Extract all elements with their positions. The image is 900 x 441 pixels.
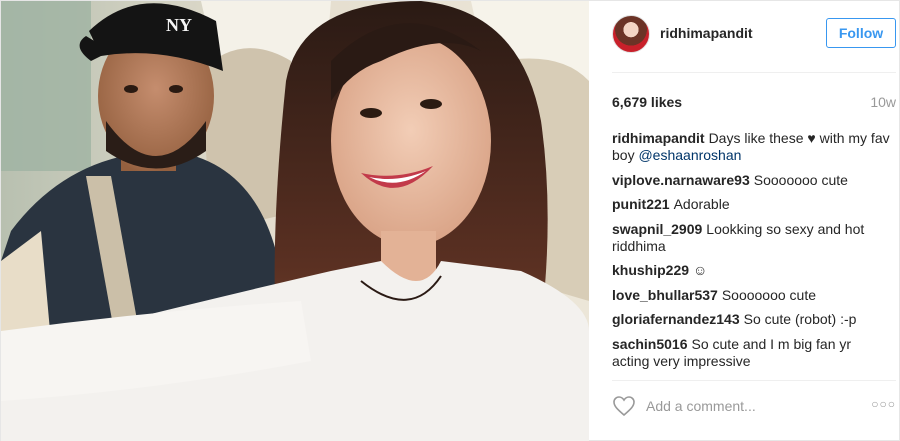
- comment-item: swapnil_2909 Lookking so sexy and hot rid…: [612, 221, 892, 255]
- comment-username[interactable]: punit221: [612, 196, 670, 212]
- add-comment-input[interactable]: [646, 395, 866, 417]
- comment-text: So cute (robot) :-p: [743, 311, 857, 327]
- ellipsis-icon[interactable]: ○○○: [870, 397, 896, 415]
- heart-outline-svg: [613, 396, 635, 417]
- instagram-post: NY ridhimapandit Follow 6,679 likes 10w …: [0, 0, 900, 441]
- likes-count[interactable]: 6,679 likes: [612, 94, 682, 110]
- smiley-emoji-icon: ☺: [693, 262, 708, 278]
- follow-button[interactable]: Follow: [826, 18, 896, 48]
- comment-item: viplove.narnaware93 Sooooooo cute: [612, 172, 892, 189]
- black-heart-icon: ♥: [807, 130, 816, 146]
- comment-text: Sooooooo cute: [721, 286, 817, 303]
- comment-list: ridhimapandit Days like these ♥ with my f…: [612, 130, 892, 377]
- post-details-panel: ridhimapandit Follow 6,679 likes 10w rid…: [589, 1, 900, 441]
- comment-username[interactable]: swapnil_2909: [612, 221, 702, 237]
- comment-item: punit221 Adorable: [612, 196, 892, 213]
- comment-text: Adorable: [673, 196, 730, 212]
- profile-avatar[interactable]: [612, 15, 650, 53]
- comment-username[interactable]: viplove.narnaware93: [612, 172, 750, 188]
- heart-outline-icon[interactable]: [612, 395, 636, 417]
- post-photo[interactable]: NY: [1, 1, 589, 441]
- header-divider: [612, 72, 896, 73]
- comment-item: gloriafernandez143 So cute (robot) :-p: [612, 311, 892, 328]
- caption-text: Days like these: [708, 130, 804, 146]
- comment-username[interactable]: sachin5016: [612, 336, 688, 352]
- author-username[interactable]: ridhimapandit: [660, 25, 753, 41]
- comments-divider: [612, 380, 896, 381]
- comment-item: sachin5016 So cute and I m big fan yr act…: [612, 336, 892, 370]
- add-comment-bar: ○○○: [612, 395, 896, 417]
- selfie-image: NY: [1, 1, 589, 441]
- post-stats: 6,679 likes 10w: [589, 86, 900, 116]
- comment-item: love_bhullar537 Sooooooo cute: [612, 287, 892, 304]
- comment-username[interactable]: gloriafernandez143: [612, 311, 740, 327]
- comment-username[interactable]: love_bhullar537: [612, 287, 718, 303]
- comment-item: khuship229 ☺: [612, 262, 892, 279]
- comment-text: Sooooooo cute: [753, 171, 848, 188]
- post-timestamp[interactable]: 10w: [870, 94, 896, 110]
- post-header: ridhimapandit Follow: [589, 1, 900, 73]
- svg-text:NY: NY: [166, 15, 192, 35]
- caption-mention[interactable]: @eshaanroshan: [638, 147, 741, 163]
- caption: ridhimapandit Days like these ♥ with my f…: [612, 130, 892, 164]
- caption-username[interactable]: ridhimapandit: [612, 130, 705, 146]
- comment-username[interactable]: khuship229: [612, 262, 689, 278]
